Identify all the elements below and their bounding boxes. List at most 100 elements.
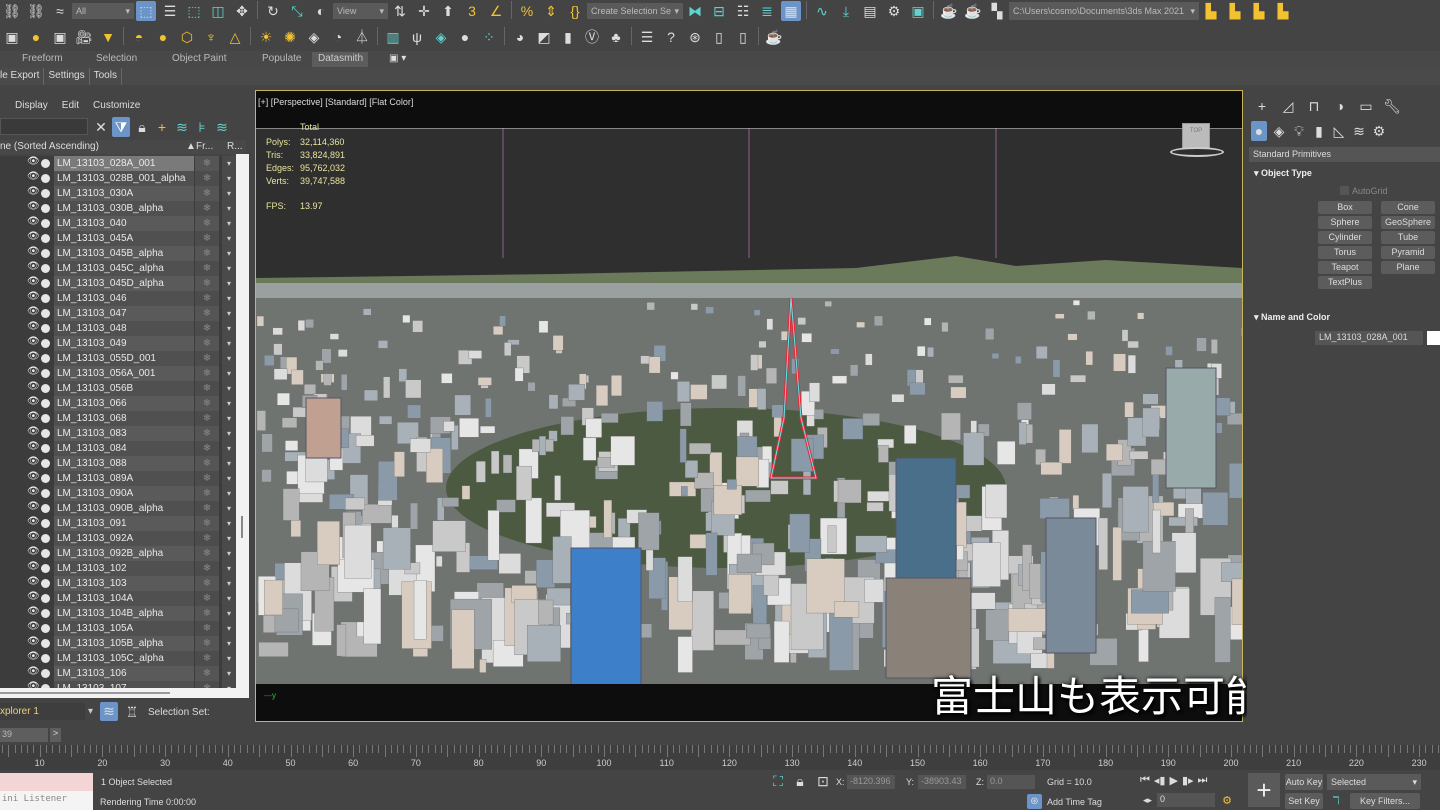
column-render-header[interactable]: R... [227,141,243,152]
visibility-eye-icon[interactable]: 👁︎ [27,456,40,467]
sun-icon[interactable]: ☀ [256,27,276,47]
project-tree-icon[interactable]: ▙ [1273,1,1293,21]
list-item[interactable]: 👁︎ LM_13103_102 ❄ ▾ [0,561,236,576]
render-toggle-icon[interactable] [41,474,50,483]
previous-frame-icon[interactable]: ◂▮ [1154,774,1166,787]
file-export-button[interactable]: le Export [0,68,45,85]
key-mode-toggle-icon[interactable]: ◂▸ [1143,795,1152,806]
render-toggle-icon[interactable] [41,504,50,513]
visibility-eye-icon[interactable]: 👁︎ [27,636,40,647]
clear-search-icon[interactable]: ✕ [94,117,108,137]
visibility-eye-icon[interactable]: 👁︎ [27,306,40,317]
camera-sequencer-icon[interactable]: 🎥︎ [74,27,94,47]
box-geometry-icon[interactable]: ◈ [304,27,324,47]
renderable-icon[interactable]: ▾ [222,276,236,291]
primitive-button-box[interactable]: Box [1318,201,1372,214]
render-toggle-icon[interactable] [41,174,50,183]
tab-populate[interactable]: Populate [256,52,307,67]
freeze-icon[interactable]: ❄ [195,531,219,546]
visibility-eye-icon[interactable]: 👁︎ [27,201,40,212]
set-keys-icon[interactable]: + [1248,773,1280,807]
paint-icon[interactable]: ◕ [510,27,530,47]
renderable-icon[interactable]: ▾ [222,486,236,501]
horizontal-scrollbar[interactable] [0,688,249,698]
renderable-icon[interactable]: ▾ [222,351,236,366]
link-icon[interactable]: ⛓ [2,1,22,21]
list-item[interactable]: 👁︎ LM_13103_056A_001 ❄ ▾ [0,366,236,381]
render-toggle-icon[interactable] [41,369,50,378]
lights-icon[interactable]: 💡︎ [1291,121,1307,141]
texture-icon[interactable]: ◩ [534,27,554,47]
add-object-icon[interactable]: + [154,117,170,137]
render-setup-icon[interactable]: ⚙ [884,1,904,21]
freeze-icon[interactable]: ❄ [195,666,219,681]
primitive-button-sphere[interactable]: Sphere [1318,216,1372,229]
scale-icon[interactable]: ⤡ [287,1,307,21]
key-filters-button[interactable]: Key Filters... [1350,793,1420,809]
renderable-icon[interactable]: ▾ [222,606,236,621]
file-check-icon[interactable]: ▯ [709,27,729,47]
menu-edit[interactable]: Edit [62,100,79,111]
timeline-ruler[interactable]: 10 20 30 40 50 60 70 80 90 100 110 120 130 140 150 160 1… [0,745,1440,770]
next-frame-icon[interactable]: ▮▸ [1182,774,1194,787]
tools-button[interactable]: Tools [90,68,122,85]
named-selection-dropdown[interactable]: Create Selection Se ▾ [587,3,683,19]
render-toggle-icon[interactable] [41,594,50,603]
freeze-icon[interactable]: ❄ [195,171,219,186]
scene-explorer-icon[interactable]: ☷ [733,1,753,21]
edit-named-selection-icon[interactable]: {} [565,1,585,21]
visibility-eye-icon[interactable]: 👁︎ [27,576,40,587]
render-toggle-icon[interactable] [41,414,50,423]
render-toggle-icon[interactable] [41,624,50,633]
sky-icon[interactable]: ✺ [280,27,300,47]
visibility-eye-icon[interactable]: 👁︎ [27,501,40,512]
y-coordinate-field[interactable]: -38903.43 [918,775,966,789]
freeze-icon[interactable]: ❄ [195,411,219,426]
go-to-end-icon[interactable]: ⏭ [1198,774,1208,787]
spotlight-icon[interactable]: ▼ [98,27,118,47]
renderable-icon[interactable]: ▾ [222,306,236,321]
render-toggle-icon[interactable] [41,534,50,543]
mirror-icon[interactable]: ⧓ [685,1,705,21]
name-color-rollout[interactable]: ▾ Name and Color [1254,312,1330,323]
spinner-snap-icon[interactable]: ⇕ [541,1,561,21]
renderable-icon[interactable]: ▾ [222,501,236,516]
visibility-eye-icon[interactable]: 👁︎ [27,591,40,602]
light-icon[interactable]: ● [26,27,46,47]
toggle-ribbon-icon[interactable]: ▦ [781,1,801,21]
freeze-icon[interactable]: ❄ [195,336,219,351]
move-icon[interactable]: ✥ [232,1,252,21]
list-item[interactable]: 👁︎ LM_13103_045C_alpha ❄ ▾ [0,261,236,276]
motion-icon[interactable]: ◑ [1329,96,1351,116]
render-toggle-icon[interactable] [41,294,50,303]
project-structure-icon[interactable]: ▙ [1249,1,1269,21]
isolate-selection-icon[interactable]: ⛶ [770,773,786,789]
visibility-eye-icon[interactable]: 👁︎ [27,171,40,182]
bind-space-warp-icon[interactable]: ≈ [50,1,70,21]
render-toggle-icon[interactable] [41,309,50,318]
use-pivot-icon[interactable]: ⇅ [390,1,410,21]
filter-icon[interactable]: ⧩ [112,117,130,137]
list-item[interactable]: 👁︎ LM_13103_105B_alpha ❄ ▾ [0,636,236,651]
schematic-view-icon[interactable]: ⤓ [836,1,856,21]
list-item[interactable]: 👁︎ LM_13103_048 ❄ ▾ [0,321,236,336]
freeze-icon[interactable]: ❄ [195,156,219,171]
freeze-icon[interactable]: ❄ [195,591,219,606]
visibility-eye-icon[interactable]: 👁︎ [27,231,40,242]
select-manipulate-icon[interactable]: ✛ [414,1,434,21]
primitive-button-cylinder[interactable]: Cylinder [1318,231,1372,244]
list-item[interactable]: 👁︎ LM_13103_045A ❄ ▾ [0,231,236,246]
list-item[interactable]: 👁︎ LM_13103_090B_alpha ❄ ▾ [0,501,236,516]
freeze-icon[interactable]: ❄ [195,396,219,411]
render-toggle-icon[interactable] [41,579,50,588]
freeze-icon[interactable]: ❄ [195,681,219,688]
autogrid-checkbox[interactable] [1340,186,1349,195]
render-toggle-icon[interactable] [41,399,50,408]
freeze-icon[interactable]: ❄ [195,441,219,456]
render-toggle-icon[interactable] [41,339,50,348]
category-dropdown[interactable]: Standard Primitives [1249,147,1440,162]
freeze-icon[interactable]: ❄ [195,471,219,486]
shapes-icon[interactable]: ◈ [1271,121,1287,141]
forest-icon[interactable]: ♣ [606,27,626,47]
renderable-icon[interactable]: ▾ [222,156,236,171]
